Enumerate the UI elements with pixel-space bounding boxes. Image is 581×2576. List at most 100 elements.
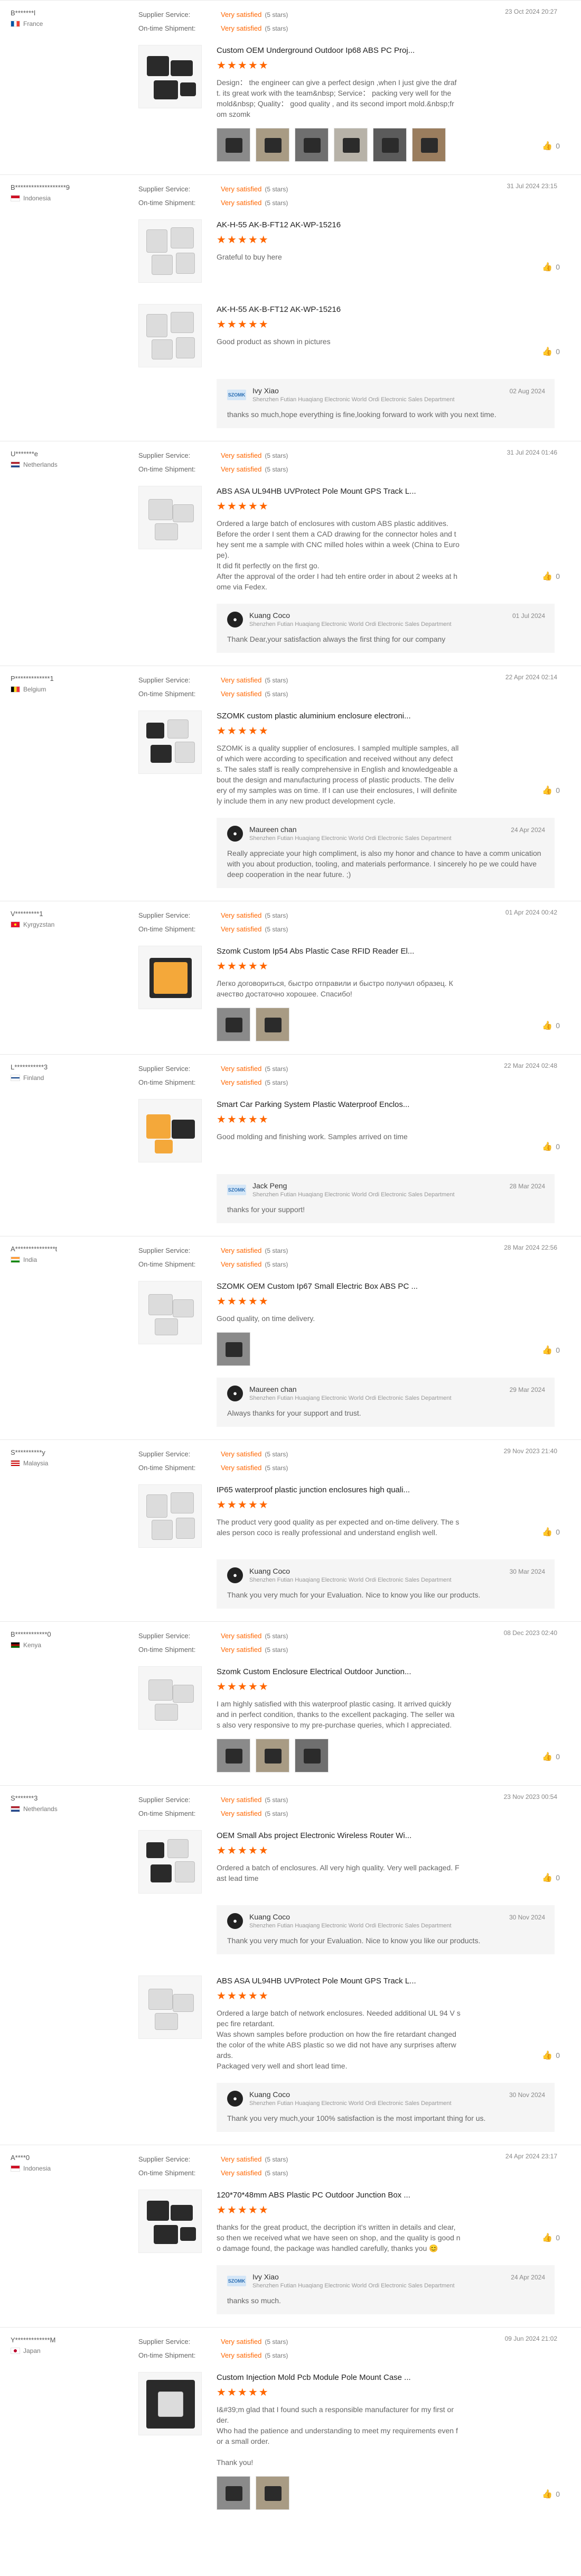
- helpful-button[interactable]: 👍 0: [542, 262, 560, 272]
- thumbs-up-icon[interactable]: 👍: [542, 2232, 552, 2243]
- rating-stars-text: (5 stars): [265, 926, 288, 933]
- thumbs-up-icon[interactable]: 👍: [542, 141, 552, 151]
- thumbs-up-icon[interactable]: 👍: [542, 1751, 552, 1762]
- review-photo[interactable]: [217, 1332, 250, 1366]
- helpful-count: 0: [556, 142, 560, 150]
- helpful-button[interactable]: 👍 0: [542, 1141, 560, 1152]
- product-title-link[interactable]: 120*70*48mm ABS Plastic PC Outdoor Junct…: [217, 2191, 576, 2200]
- product-title-link[interactable]: ABS ASA UL94HB UVProtect Pole Mount GPS …: [217, 1977, 576, 1986]
- thumbs-up-icon[interactable]: 👍: [542, 1141, 552, 1152]
- product-thumbnail[interactable]: [138, 45, 202, 108]
- product-thumbnail[interactable]: [138, 1099, 202, 1162]
- product-title-link[interactable]: AK-H-55 AK-B-FT12 AK-WP-15216: [217, 220, 576, 229]
- thumbs-up-icon[interactable]: 👍: [542, 1872, 552, 1883]
- star-rating: ★★★★★: [217, 1990, 576, 2002]
- reply-header: ● Kuang Coco Shenzhen Futian Huaqiang Elec…: [227, 1567, 544, 1583]
- product-title-link[interactable]: Smart Car Parking System Plastic Waterpr…: [217, 1100, 576, 1109]
- helpful-button[interactable]: 👍 0: [542, 1751, 560, 1762]
- avatar: ●: [227, 611, 243, 627]
- product-thumbnail[interactable]: [138, 304, 202, 367]
- thumbs-up-icon[interactable]: 👍: [542, 2489, 552, 2499]
- thumbs-up-icon[interactable]: 👍: [542, 571, 552, 581]
- thumbs-up-icon[interactable]: 👍: [542, 346, 552, 357]
- review-photo[interactable]: [217, 2476, 250, 2510]
- product-title-link[interactable]: Custom Injection Mold Pcb Module Pole Mo…: [217, 2373, 576, 2382]
- thumbs-up-icon[interactable]: 👍: [542, 1345, 552, 1355]
- product-thumbnail[interactable]: [138, 2190, 202, 2253]
- product-title-link[interactable]: Szomk Custom Ip54 Abs Plastic Case RFID …: [217, 947, 576, 956]
- star-icon: ★: [258, 1990, 269, 2002]
- review-photo[interactable]: [217, 128, 250, 162]
- star-icon: ★: [258, 725, 269, 737]
- helpful-button[interactable]: 👍 0: [542, 2050, 560, 2061]
- buyer-info: A****0 Indonesia: [11, 2154, 127, 2172]
- country-flag-icon: [11, 21, 20, 27]
- product-title-link[interactable]: OEM Small Abs project Electronic Wireles…: [217, 1831, 576, 1840]
- product-thumbnail[interactable]: [138, 486, 202, 549]
- product-title-link[interactable]: SZOMK OEM Custom Ip67 Small Electric Box…: [217, 1282, 576, 1291]
- thumbs-up-icon[interactable]: 👍: [542, 262, 552, 272]
- product-title-link[interactable]: ABS ASA UL94HB UVProtect Pole Mount GPS …: [217, 487, 576, 496]
- supplier-reply: ● Maureen chan Shenzhen Futian Huaqiang El…: [217, 1378, 555, 1427]
- helpful-button[interactable]: 👍 0: [542, 1345, 560, 1355]
- helpful-button[interactable]: 👍 0: [542, 2489, 560, 2499]
- helpful-button[interactable]: 👍 0: [542, 1872, 560, 1883]
- product-thumbnail[interactable]: [138, 1666, 202, 1730]
- star-icon: ★: [237, 961, 248, 972]
- product-thumbnail[interactable]: [138, 946, 202, 1009]
- product-thumbnail[interactable]: [138, 710, 202, 774]
- thumbs-up-icon[interactable]: 👍: [542, 1020, 552, 1031]
- star-icon: ★: [248, 1990, 259, 2002]
- product-title-link[interactable]: IP65 waterproof plastic junction enclosu…: [217, 1485, 576, 1494]
- review-photo[interactable]: [295, 1739, 329, 1772]
- buyer-country: Netherlands: [11, 461, 127, 468]
- rating-label: On-time Shipment:: [138, 1464, 196, 1472]
- product-title-link[interactable]: SZOMK custom plastic aluminium enclosure…: [217, 712, 576, 721]
- product-thumbnail[interactable]: [138, 2372, 202, 2435]
- reply-name: Kuang Coco: [249, 1913, 290, 1921]
- product-thumbnail[interactable]: [138, 1830, 202, 1894]
- star-rating: ★★★★★: [217, 1113, 576, 1126]
- product-thumbnail[interactable]: [138, 1975, 202, 2039]
- helpful-button[interactable]: 👍 0: [542, 1527, 560, 1537]
- product-review: SZOMK OEM Custom Ip67 Small Electric Box…: [138, 1281, 581, 1366]
- review-photo[interactable]: [256, 2476, 289, 2510]
- star-icon: ★: [258, 501, 269, 512]
- product-title-link[interactable]: Custom OEM Underground Outdoor Ip68 ABS …: [217, 46, 576, 55]
- star-icon: ★: [258, 2204, 269, 2216]
- reply-text: Really appreciate your high compliment, …: [227, 849, 541, 879]
- helpful-button[interactable]: 👍 0: [542, 571, 560, 581]
- reply-name: Maureen chan: [249, 1385, 297, 1393]
- product-thumbnail[interactable]: [138, 1281, 202, 1344]
- review-photo[interactable]: [256, 1739, 289, 1772]
- review-photo[interactable]: [412, 128, 446, 162]
- review-photo[interactable]: [373, 128, 407, 162]
- star-icon: ★: [227, 1990, 238, 2002]
- review-photo[interactable]: [217, 1739, 250, 1772]
- review-photo[interactable]: [217, 1008, 250, 1041]
- review-photo[interactable]: [256, 128, 289, 162]
- review-photo[interactable]: [334, 128, 368, 162]
- thumbs-up-icon[interactable]: 👍: [542, 1527, 552, 1537]
- helpful-button[interactable]: 👍 0: [542, 346, 560, 357]
- thumbs-up-icon[interactable]: 👍: [542, 785, 552, 796]
- buyer-country: Netherlands: [11, 1805, 127, 1813]
- product-title-link[interactable]: Szomk Custom Enclosure Electrical Outdoo…: [217, 1667, 576, 1676]
- review-comment: Design： the engineer can give a perfect …: [217, 78, 457, 118]
- helpful-button[interactable]: 👍 0: [542, 141, 560, 151]
- rating-stars-text: (5 stars): [265, 2169, 288, 2177]
- product-thumbnail[interactable]: [138, 219, 202, 283]
- star-icon: ★: [237, 1114, 248, 1125]
- helpful-button[interactable]: 👍 0: [542, 785, 560, 796]
- product-title-link[interactable]: AK-H-55 AK-B-FT12 AK-WP-15216: [217, 305, 576, 314]
- helpful-button[interactable]: 👍 0: [542, 1020, 560, 1031]
- rating-line: On-time Shipment: Very satisfied (5 stars): [138, 2166, 581, 2180]
- thumbs-up-icon[interactable]: 👍: [542, 2050, 552, 2061]
- review-photo[interactable]: [256, 1008, 289, 1041]
- helpful-count: 0: [556, 1021, 560, 1030]
- helpful-button[interactable]: 👍 0: [542, 2232, 560, 2243]
- buyer-country: Japan: [11, 2347, 127, 2355]
- product-thumbnail[interactable]: [138, 1484, 202, 1548]
- rating-line: On-time Shipment: Very satisfied (5 stars): [138, 687, 581, 701]
- review-photo[interactable]: [295, 128, 329, 162]
